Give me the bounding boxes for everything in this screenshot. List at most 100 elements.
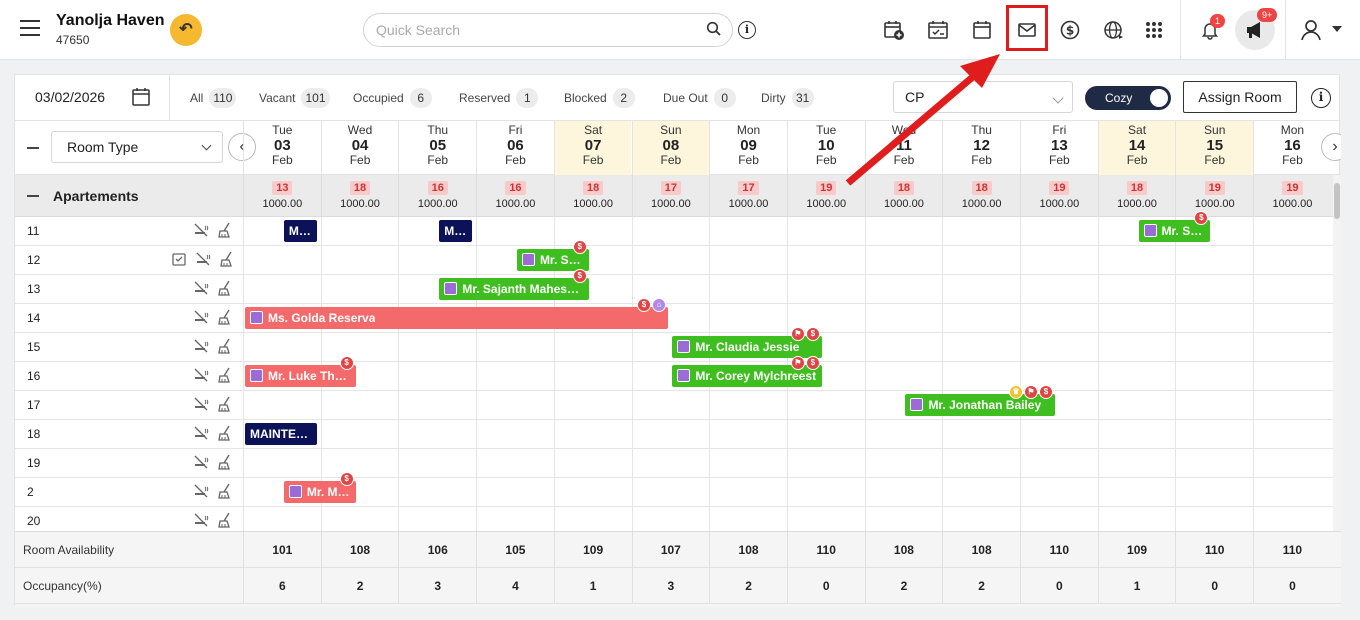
section-day-summary[interactable]: 18 1000.00: [942, 175, 1020, 217]
room-day-cell[interactable]: [476, 362, 554, 391]
booking-block[interactable]: Mr. Corey Mylchreest ⚑ $: [672, 356, 822, 387]
room-day-cell[interactable]: [1097, 449, 1176, 478]
apps-grid-icon[interactable]: [1142, 18, 1166, 42]
room-day-cell[interactable]: [476, 217, 554, 246]
room-day-cell[interactable]: [476, 420, 554, 449]
room-day-cell[interactable]: [1097, 304, 1176, 333]
room-day-cell[interactable]: [864, 275, 943, 304]
user-menu-chevron-icon[interactable]: [1332, 26, 1342, 32]
section-day-summary[interactable]: 19 1000.00: [1020, 175, 1098, 217]
section-day-summary[interactable]: 16 1000.00: [476, 175, 554, 217]
room-day-cell[interactable]: [709, 246, 787, 275]
room-day-cell[interactable]: [942, 304, 1020, 333]
calendar-icon[interactable]: [970, 18, 994, 42]
room-day-cell[interactable]: [398, 391, 476, 420]
section-day-summary[interactable]: 18 1000.00: [864, 175, 943, 217]
room-day-cell[interactable]: [1020, 304, 1098, 333]
filter-occupied[interactable]: Occupied 6: [353, 88, 432, 108]
collapse-all-icon[interactable]: [27, 147, 39, 149]
section-day-summary[interactable]: 16 1000.00: [398, 175, 476, 217]
room-day-cell[interactable]: [243, 449, 321, 478]
booking-block[interactable]: MA...: [439, 220, 473, 242]
housekeeping-broom-icon[interactable]: [217, 425, 233, 441]
room-day-cell[interactable]: [398, 246, 476, 275]
room-day-cell[interactable]: [398, 478, 476, 507]
room-day-cell[interactable]: [631, 449, 710, 478]
housekeeping-broom-icon[interactable]: [219, 251, 235, 267]
room-day-cell[interactable]: [1097, 333, 1176, 362]
room-day-cell[interactable]: [320, 420, 399, 449]
room-day-cell[interactable]: [553, 217, 632, 246]
room-day-cell[interactable]: [320, 246, 399, 275]
task-check-icon[interactable]: [171, 251, 187, 267]
room-day-cell[interactable]: [1175, 507, 1253, 531]
room-day-cell[interactable]: [553, 507, 632, 531]
section-day-summary[interactable]: 18 1000.00: [320, 175, 399, 217]
room-type-select[interactable]: Room Type: [51, 131, 223, 163]
room-day-cell[interactable]: [1097, 420, 1176, 449]
housekeeping-broom-icon[interactable]: [217, 396, 233, 412]
room-day-cell[interactable]: [320, 449, 399, 478]
room-day-cell[interactable]: [476, 391, 554, 420]
room-day-cell[interactable]: [942, 507, 1020, 531]
room-day-cell[interactable]: [1020, 246, 1098, 275]
room-day-cell[interactable]: [476, 478, 554, 507]
room-day-cell[interactable]: [631, 507, 710, 531]
room-day-cell[interactable]: [942, 362, 1020, 391]
switch-property-icon[interactable]: ↶: [170, 14, 202, 46]
room-day-cell[interactable]: [1175, 478, 1253, 507]
room-day-cell[interactable]: [709, 304, 787, 333]
booking-block[interactable]: Mr. Jonathan Bailey ♛ ⚑ $: [905, 385, 1055, 416]
room-day-cell[interactable]: [942, 275, 1020, 304]
room-day-cell[interactable]: [942, 246, 1020, 275]
room-day-cell[interactable]: [1175, 246, 1253, 275]
view-mode-toggle[interactable]: Cozy: [1085, 86, 1171, 110]
room-day-cell[interactable]: [942, 449, 1020, 478]
room-day-cell[interactable]: [1253, 449, 1331, 478]
vertical-scrollbar[interactable]: [1333, 175, 1341, 531]
room-day-cell[interactable]: [243, 275, 321, 304]
section-day-summary[interactable]: 18 1000.00: [1097, 175, 1176, 217]
section-day-summary[interactable]: 19 1000.00: [786, 175, 865, 217]
room-day-cell[interactable]: [1253, 217, 1331, 246]
housekeeping-broom-icon[interactable]: [217, 338, 233, 354]
room-day-cell[interactable]: [864, 333, 943, 362]
room-day-cell[interactable]: [631, 217, 710, 246]
booking-block[interactable]: Mr. Ma... $: [283, 472, 356, 503]
room-type-section-apartements[interactable]: Apartements 13 1000.00 18 1000.00 16 1000.00 1…: [15, 175, 1341, 217]
room-day-cell[interactable]: [786, 391, 865, 420]
room-day-cell[interactable]: [942, 420, 1020, 449]
room-day-cell[interactable]: [709, 275, 787, 304]
mail-icon[interactable]: [1015, 18, 1039, 42]
room-day-cell[interactable]: [1097, 478, 1176, 507]
search-icon[interactable]: [706, 21, 722, 37]
room-day-cell[interactable]: [243, 507, 321, 531]
assign-room-button[interactable]: Assign Room: [1183, 81, 1297, 113]
room-day-cell[interactable]: [553, 449, 632, 478]
room-day-cell[interactable]: [476, 449, 554, 478]
room-day-cell[interactable]: [1175, 333, 1253, 362]
room-day-cell[interactable]: [942, 333, 1020, 362]
room-day-cell[interactable]: [398, 507, 476, 531]
room-day-cell[interactable]: [864, 217, 943, 246]
section-day-summary[interactable]: 19 1000.00: [1253, 175, 1331, 217]
room-day-cell[interactable]: [243, 333, 321, 362]
room-day-cell[interactable]: [1175, 304, 1253, 333]
room-day-cell[interactable]: [786, 275, 865, 304]
filter-vacant[interactable]: Vacant 101: [259, 88, 330, 108]
section-day-summary[interactable]: 13 1000.00: [243, 175, 321, 217]
room-day-cell[interactable]: [942, 217, 1020, 246]
room-day-cell[interactable]: [1020, 420, 1098, 449]
room-day-cell[interactable]: [709, 217, 787, 246]
housekeeping-broom-icon[interactable]: [217, 222, 233, 238]
room-day-cell[interactable]: [1253, 275, 1331, 304]
room-day-cell[interactable]: [864, 304, 943, 333]
currency-icon[interactable]: $: [1058, 18, 1082, 42]
room-day-cell[interactable]: [553, 420, 632, 449]
room-day-cell[interactable]: [864, 507, 943, 531]
room-day-cell[interactable]: [709, 391, 787, 420]
room-day-cell[interactable]: [243, 391, 321, 420]
room-day-cell[interactable]: [553, 391, 632, 420]
hamburger-menu-icon[interactable]: [20, 20, 40, 36]
room-day-cell[interactable]: [631, 246, 710, 275]
